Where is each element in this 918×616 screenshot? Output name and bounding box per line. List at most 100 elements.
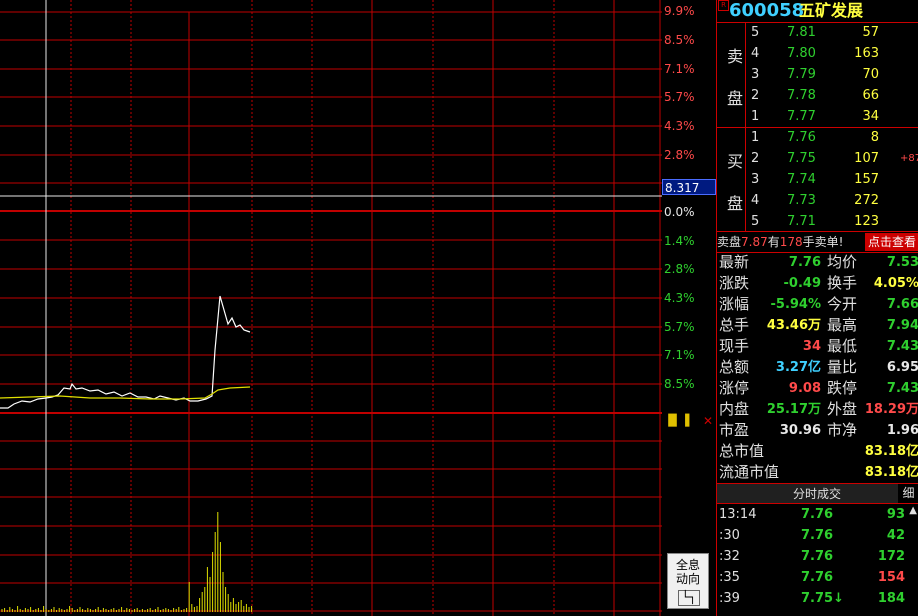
stat-label: 流通市值 bbox=[719, 463, 780, 481]
buy-order-row[interactable]: 5 7.71 123 bbox=[717, 211, 918, 232]
percent-axis-label: 9.9% bbox=[664, 4, 695, 18]
intraday-chart-svg bbox=[0, 0, 662, 616]
stat-value: 7.94 bbox=[886, 318, 918, 333]
order-volume: 163 bbox=[854, 46, 879, 61]
stat-label: 最低 bbox=[827, 337, 858, 355]
notice-qty: 178 bbox=[779, 235, 803, 249]
order-price: 7.80 bbox=[787, 46, 816, 61]
sell-order-row[interactable]: 4 7.80 163 bbox=[717, 43, 918, 64]
close-indicator-icon[interactable]: ✕ bbox=[703, 414, 713, 428]
trade-row[interactable]: :39 7.75↓ 184 bbox=[717, 588, 918, 609]
holographic-trend-label-2: 动向 bbox=[675, 572, 700, 586]
order-level: 1 bbox=[751, 130, 760, 145]
stat-value: 83.18亿 bbox=[864, 444, 918, 459]
trade-row[interactable]: :35 7.76 154 bbox=[717, 567, 918, 588]
order-volume: 123 bbox=[854, 214, 879, 229]
stock-title-bar: R 600058 五矿发展 bbox=[717, 0, 918, 22]
trade-price: 7.76 bbox=[801, 567, 833, 588]
holographic-trend-button[interactable]: 全息 动向 └┐ bbox=[667, 553, 709, 609]
order-price: 7.79 bbox=[787, 67, 816, 82]
percent-axis-label: 8.5% bbox=[664, 377, 695, 391]
stat-label: 涨停 bbox=[719, 379, 750, 397]
stat-value: 6.95 bbox=[886, 360, 918, 375]
sell-order-row[interactable]: 1 7.77 34 bbox=[717, 106, 918, 127]
volume-indicator-icon: ▐▌▐ bbox=[664, 414, 690, 427]
view-details-button[interactable]: 点击查看 bbox=[864, 233, 918, 251]
percent-axis-label: 2.8% bbox=[664, 262, 695, 276]
stat-value: 4.05% bbox=[873, 276, 918, 291]
percent-axis-label: 8.5% bbox=[664, 33, 695, 47]
stat-row: 最新 7.76 均价 7.53 bbox=[717, 252, 918, 273]
trade-price-value: 7.76 bbox=[801, 528, 834, 543]
holographic-trend-label-1: 全息 bbox=[675, 558, 700, 572]
trade-volume: 42 bbox=[886, 528, 905, 543]
stat-value: 7.76 bbox=[788, 255, 821, 270]
stat-label: 换手 bbox=[827, 274, 858, 292]
cursor-price-readout: 8.317 bbox=[662, 179, 716, 195]
notice-suffix: 手卖单! bbox=[802, 235, 844, 249]
stat-row: 涨停 9.08 跌停 7.43 bbox=[717, 378, 918, 399]
notice-mid: 有 bbox=[767, 235, 780, 249]
order-level: 1 bbox=[751, 109, 760, 124]
stat-row: 涨幅 -5.94% 今开 7.66 bbox=[717, 294, 918, 315]
buy-order-row[interactable]: 4 7.73 272 bbox=[717, 190, 918, 211]
sell-label-2: 盘 bbox=[727, 89, 744, 108]
stat-value: 7.43 bbox=[886, 381, 918, 396]
stat-label: 今开 bbox=[827, 295, 858, 313]
trade-time: :32 bbox=[719, 549, 740, 564]
buy-order-row[interactable]: 1 7.76 8 bbox=[717, 127, 918, 148]
trade-time: :35 bbox=[719, 570, 740, 585]
stat-value: 43.46万 bbox=[766, 318, 821, 333]
stat-label: 总市值 bbox=[719, 442, 765, 460]
order-volume: 8 bbox=[870, 130, 879, 145]
trade-volume: 154 bbox=[877, 570, 905, 585]
buy-order-row[interactable]: 2 7.75 107 +87 bbox=[717, 148, 918, 169]
stat-value: 25.17万 bbox=[766, 402, 821, 417]
stat-label: 总手 bbox=[719, 316, 750, 334]
tab-time-sales[interactable]: 分时成交 bbox=[793, 485, 841, 502]
stat-label: 总额 bbox=[719, 358, 750, 376]
order-price: 7.76 bbox=[787, 130, 816, 145]
sell-order-row[interactable]: 3 7.79 70 bbox=[717, 64, 918, 85]
sell-order-row[interactable]: 2 7.78 66 bbox=[717, 85, 918, 106]
trade-row[interactable]: :32 7.76 172 bbox=[717, 546, 918, 567]
trade-volume: 93 bbox=[886, 507, 905, 522]
large-order-notice: 卖盘7.87有178手卖单! 点击查看 bbox=[717, 232, 918, 252]
stat-row: 涨跌 -0.49 换手 4.05% bbox=[717, 273, 918, 294]
stat-value: 1.96 bbox=[886, 423, 918, 438]
stat-label: 市净 bbox=[827, 421, 858, 439]
price-line bbox=[0, 295, 251, 409]
trade-price-value: 7.76 bbox=[801, 507, 834, 522]
flag-icon[interactable]: R bbox=[718, 0, 729, 11]
stat-row: 总市值 83.18亿 bbox=[717, 441, 918, 462]
order-price: 7.74 bbox=[787, 172, 816, 187]
stat-row: 市盈 30.96 市净 1.96 bbox=[717, 420, 918, 441]
stat-row: 现手 34 最低 7.43 bbox=[717, 336, 918, 357]
stat-value: -5.94% bbox=[770, 297, 822, 312]
stat-label: 量比 bbox=[827, 358, 858, 376]
trade-price-value: 7.75 bbox=[801, 591, 834, 606]
percent-axis-label: 4.3% bbox=[664, 119, 695, 133]
order-price: 7.81 bbox=[787, 25, 816, 40]
order-volume: 70 bbox=[862, 67, 879, 82]
stat-row: 总手 43.46万 最高 7.94 bbox=[717, 315, 918, 336]
tab-details[interactable]: 细 bbox=[898, 484, 918, 503]
order-volume: 272 bbox=[854, 193, 879, 208]
order-volume: 157 bbox=[854, 172, 879, 187]
percent-axis-label: 7.1% bbox=[664, 62, 695, 76]
trade-row[interactable]: 13:14 7.76 93 bbox=[717, 504, 918, 525]
order-price: 7.75 bbox=[787, 151, 816, 166]
stat-value: 83.18亿 bbox=[864, 465, 918, 480]
trend-arrow-icon: └┐ bbox=[678, 590, 700, 606]
stat-label: 涨跌 bbox=[719, 274, 750, 292]
trades-tab-bar: 分时成交 细 bbox=[717, 483, 918, 504]
buy-order-row[interactable]: 3 7.74 157 bbox=[717, 169, 918, 190]
stat-label: 现手 bbox=[719, 337, 750, 355]
percent-axis-label: 7.1% bbox=[664, 348, 695, 362]
trade-row[interactable]: :30 7.76 42 bbox=[717, 525, 918, 546]
stat-row: 总额 3.27亿 量比 6.95 bbox=[717, 357, 918, 378]
order-level: 4 bbox=[751, 193, 760, 208]
percent-axis-label: 4.3% bbox=[664, 291, 695, 305]
intraday-chart[interactable] bbox=[0, 0, 662, 616]
sell-order-row[interactable]: 5 7.81 57 bbox=[717, 22, 918, 43]
